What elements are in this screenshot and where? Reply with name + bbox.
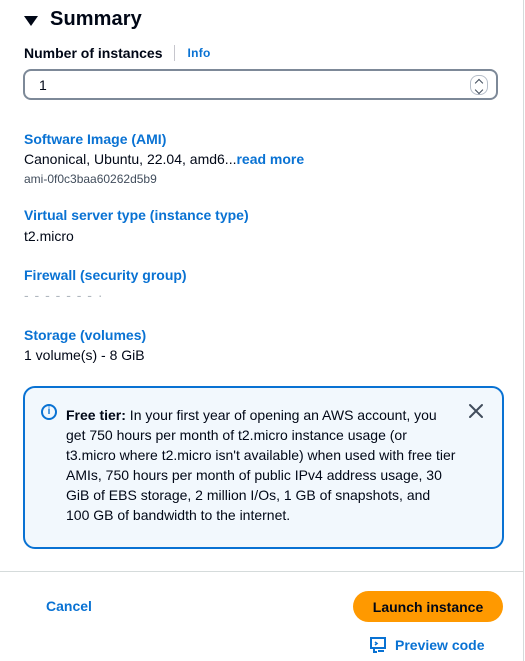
summary-title: Summary	[50, 8, 142, 30]
summary-panel: Summary Number of instances Info 1 Softw…	[0, 0, 524, 661]
firewall-title-link[interactable]: Firewall (security group)	[24, 267, 187, 283]
launch-instance-button[interactable]: Launch instance	[353, 591, 503, 622]
summary-header[interactable]: Summary	[24, 8, 142, 31]
read-more-link[interactable]: read more	[236, 151, 304, 167]
storage-value: 1 volume(s) - 8 GiB	[24, 347, 145, 363]
cancel-button[interactable]: Cancel	[46, 598, 92, 614]
stepper-down-icon[interactable]	[474, 85, 484, 94]
number-of-instances-input[interactable]: 1	[23, 69, 498, 100]
ami-value: Canonical, Ubuntu, 22.04, amd6...read mo…	[24, 151, 304, 167]
firewall-value: - - - - - - - ·	[24, 287, 104, 297]
preview-code-link[interactable]: Preview code	[370, 637, 485, 653]
free-tier-alert-text: Free tier: In your first year of opening…	[66, 405, 456, 525]
code-preview-icon	[370, 637, 386, 653]
free-tier-alert: i Free tier: In your first year of openi…	[23, 386, 504, 549]
ami-description: Canonical, Ubuntu, 22.04, amd6...	[24, 151, 237, 167]
instances-label-row: Number of instances Info	[24, 45, 211, 61]
info-icon: i	[41, 404, 57, 420]
footer-divider	[0, 571, 524, 572]
info-link[interactable]: Info	[187, 46, 210, 60]
ami-title-link[interactable]: Software Image (AMI)	[24, 131, 166, 147]
instances-value: 1	[39, 76, 47, 93]
alert-body: In your first year of opening an AWS acc…	[66, 407, 456, 523]
close-icon[interactable]	[468, 403, 484, 419]
ami-id: ami-0f0c3baa60262d5b9	[24, 172, 157, 186]
preview-code-label: Preview code	[395, 637, 485, 653]
instance-type-title-link[interactable]: Virtual server type (instance type)	[24, 207, 249, 223]
caret-down-icon[interactable]	[24, 15, 38, 26]
storage-title-link[interactable]: Storage (volumes)	[24, 327, 146, 343]
instances-label: Number of instances	[24, 45, 163, 61]
alert-heading: Free tier:	[66, 407, 126, 423]
divider	[174, 45, 176, 61]
number-stepper[interactable]	[470, 75, 488, 95]
instance-type-value: t2.micro	[24, 228, 74, 244]
